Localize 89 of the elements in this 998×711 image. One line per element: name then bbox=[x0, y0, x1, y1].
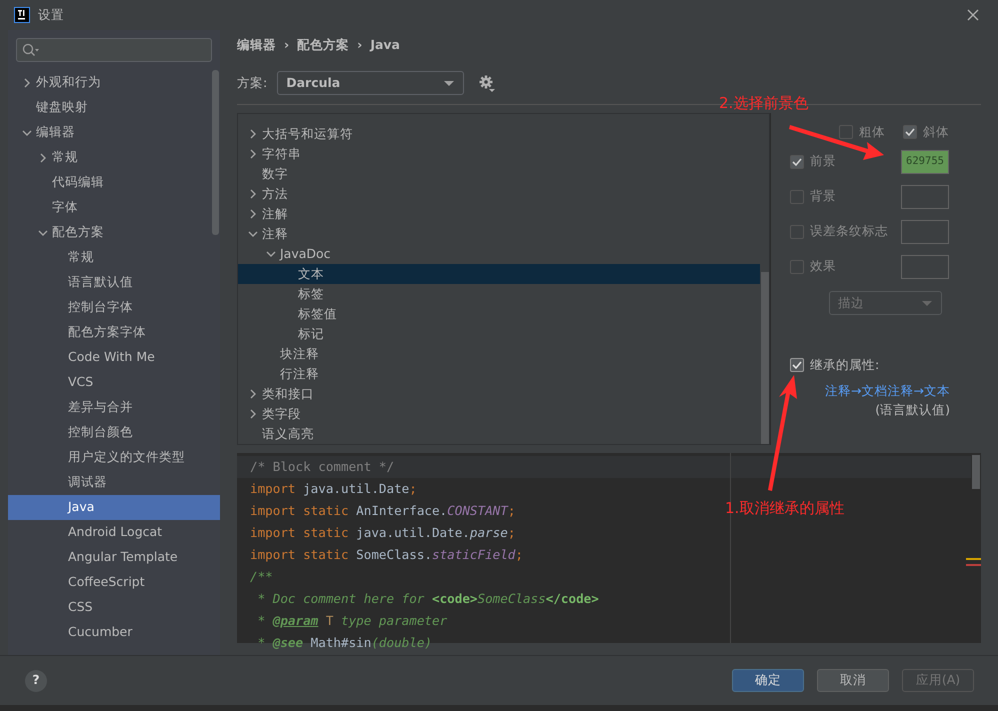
sidebar-item[interactable]: 常规 bbox=[8, 245, 220, 270]
tree-item[interactable]: 类字段 bbox=[238, 404, 760, 424]
sidebar-item[interactable]: 配色方案字体 bbox=[8, 320, 220, 345]
tree-item[interactable]: 大括号和运算符 bbox=[238, 124, 760, 144]
tree-item[interactable]: 标签值 bbox=[238, 304, 760, 324]
code-line: import static java.util.Date.parse; bbox=[250, 524, 516, 542]
tree-item[interactable]: 文本 bbox=[238, 264, 760, 284]
dialog-button[interactable]: 取消 bbox=[817, 669, 889, 692]
sidebar-item[interactable]: Android Logcat bbox=[8, 520, 220, 545]
error-stripe-marker bbox=[966, 564, 981, 566]
tree-item[interactable]: 类和接口 bbox=[238, 384, 760, 404]
code-line: * @see Math#sin(double) bbox=[256, 634, 432, 652]
search-icon bbox=[22, 43, 40, 57]
tree-item[interactable]: 注释 bbox=[238, 224, 760, 244]
sidebar-item[interactable]: 键盘映射 bbox=[8, 95, 220, 120]
scrollbar-thumb[interactable] bbox=[212, 70, 219, 235]
sidebar-item[interactable]: 控制台字体 bbox=[8, 295, 220, 320]
checkbox-label: 背景 bbox=[810, 187, 836, 206]
checkbox[interactable] bbox=[790, 358, 804, 372]
sidebar-item[interactable]: Code With Me bbox=[8, 345, 220, 370]
sidebar-item[interactable]: 控制台颜色 bbox=[8, 420, 220, 445]
code-line: * Doc comment here for <code>SomeClass</code> bbox=[256, 590, 599, 608]
sidebar-item[interactable]: CSS bbox=[8, 595, 220, 620]
breadcrumb-item: 配色方案 bbox=[297, 36, 350, 54]
color-swatch[interactable] bbox=[901, 254, 949, 278]
tree-item[interactable]: 数字 bbox=[238, 164, 760, 184]
help-button[interactable]: ? bbox=[25, 670, 47, 692]
breadcrumb-item: 编辑器 bbox=[237, 36, 276, 54]
sidebar-item[interactable]: Java bbox=[8, 495, 220, 520]
app-logo-icon bbox=[17, 8, 27, 21]
sidebar-item[interactable]: VCS bbox=[8, 370, 220, 395]
error-stripe-marker bbox=[966, 558, 981, 560]
sidebar-item[interactable]: 差异与合并 bbox=[8, 395, 220, 420]
code-line: import static SomeClass.staticField; bbox=[250, 546, 523, 564]
sidebar-item[interactable]: 代码编辑 bbox=[8, 170, 220, 195]
ok-button[interactable]: 确定 bbox=[732, 669, 804, 692]
sidebar-item[interactable]: Cucumber bbox=[8, 620, 220, 645]
code-line: * @param T type parameter bbox=[256, 612, 448, 630]
breadcrumb-item: Java bbox=[370, 36, 400, 54]
breadcrumb-separator: › bbox=[284, 36, 290, 54]
sidebar-item[interactable]: 编辑器 bbox=[8, 120, 220, 145]
checkbox-label: 误差条纹标志 bbox=[810, 222, 888, 240]
breadcrumb-separator: › bbox=[357, 36, 362, 54]
sidebar-item[interactable]: 字体 bbox=[8, 195, 220, 220]
annotation-text: 1.取消继承的属性 bbox=[725, 498, 844, 519]
color-swatch[interactable] bbox=[901, 184, 949, 208]
caret-icon bbox=[921, 300, 933, 306]
tree-item[interactable]: JavaDoc bbox=[238, 244, 760, 264]
tree-item[interactable]: 方法 bbox=[238, 184, 760, 204]
gear-icon[interactable] bbox=[478, 74, 496, 92]
code-line: /* Block comment */ bbox=[250, 458, 394, 476]
sidebar-item[interactable]: 用户定义的文件类型 bbox=[8, 445, 220, 470]
tree-item[interactable]: 注解 bbox=[238, 204, 760, 224]
sidebar-item[interactable]: 语言默认值 bbox=[8, 270, 220, 295]
code-line: /** bbox=[250, 568, 273, 586]
search-field[interactable] bbox=[16, 38, 212, 62]
tree-item[interactable]: 字符串 bbox=[238, 144, 760, 164]
scheme-dropdown[interactable]: Darcula bbox=[277, 71, 464, 95]
checkbox-label: 前景 bbox=[810, 152, 836, 170]
caret-icon bbox=[443, 80, 456, 86]
sidebar-item[interactable]: 配色方案 bbox=[8, 220, 220, 245]
inheritance-link[interactable]: 注释→文档注释→文本 bbox=[825, 383, 950, 398]
code-line: import static AnInterface.CONSTANT; bbox=[250, 502, 516, 520]
checkmark-icon bbox=[904, 126, 916, 138]
checkbox-label: 继承的属性: bbox=[810, 356, 880, 374]
close-icon[interactable] bbox=[966, 8, 980, 22]
checkbox-label: 粗体 bbox=[859, 122, 885, 141]
checkbox-label: 效果 bbox=[810, 257, 836, 276]
sidebar-item[interactable]: 外观和行为 bbox=[8, 70, 220, 95]
sidebar-item[interactable]: 常规 bbox=[8, 145, 220, 170]
code-line: import java.util.Date; bbox=[250, 480, 417, 498]
scrollbar-thumb[interactable] bbox=[972, 455, 980, 489]
sidebar-item[interactable]: 调试器 bbox=[8, 470, 220, 495]
checkbox-label: 斜体 bbox=[923, 122, 949, 141]
scheme-label: 方案: bbox=[237, 74, 268, 92]
tree-item[interactable]: 标记 bbox=[238, 324, 760, 344]
tree-item[interactable]: 语义高亮 bbox=[238, 424, 760, 444]
tree-item[interactable]: 标签 bbox=[238, 284, 760, 304]
checkmark-icon bbox=[791, 359, 803, 371]
inheritance-note: (语言默认值) bbox=[874, 400, 950, 419]
tree-item[interactable]: 块注释 bbox=[238, 344, 760, 364]
color-swatch[interactable] bbox=[901, 220, 949, 244]
sidebar-item[interactable]: CoffeeScript bbox=[8, 570, 220, 595]
sidebar-item[interactable]: Angular Template bbox=[8, 545, 220, 570]
scrollbar-thumb[interactable] bbox=[761, 272, 769, 444]
tree-item[interactable]: 行注释 bbox=[238, 364, 760, 384]
annotation-text: 2.选择前景色 bbox=[719, 93, 808, 114]
window-title: 设置 bbox=[38, 6, 64, 24]
checkmark-icon bbox=[791, 156, 803, 168]
